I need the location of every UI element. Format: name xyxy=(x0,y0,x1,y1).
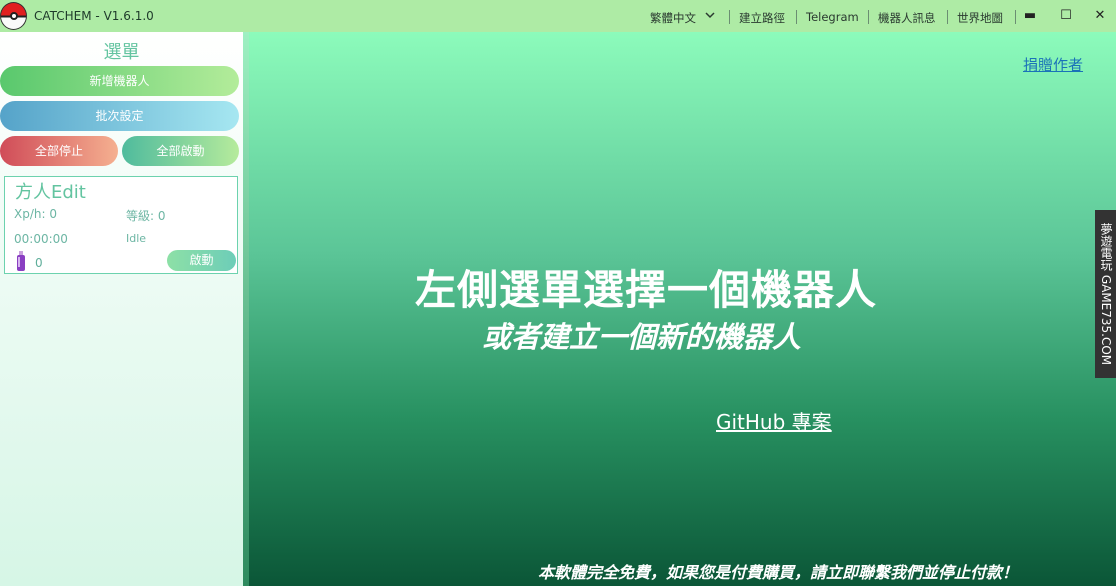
bot-start-button[interactable]: 啟動 xyxy=(167,250,236,271)
potion-icon xyxy=(16,251,26,271)
menu-item-route[interactable]: 建立路徑 xyxy=(739,10,785,26)
maximize-button[interactable]: ☐ xyxy=(1055,6,1077,26)
subheadline: 或者建立一個新的機器人 xyxy=(482,320,802,354)
language-select[interactable]: 繁體中文 xyxy=(650,10,696,26)
title-bar: CATCHEM - V1.6.1.0 繁體中文 建立路徑 Telegram 機器… xyxy=(0,0,1116,32)
bot-level: 等級: 0 xyxy=(126,209,166,223)
headline: 左側選單選擇一個機器人 xyxy=(415,266,877,314)
menu-divider xyxy=(868,10,869,24)
menu-item-telegram[interactable]: Telegram xyxy=(806,10,859,24)
minimize-button[interactable]: ▬ xyxy=(1019,6,1041,26)
sidebar-title: 選單 xyxy=(103,42,140,63)
menu-item-bot-info[interactable]: 機器人訊息 xyxy=(878,10,936,26)
add-bot-button[interactable]: 新增機器人 xyxy=(0,66,239,96)
menu-divider xyxy=(1015,10,1016,24)
batch-settings-button[interactable]: 批次設定 xyxy=(0,101,239,131)
bot-potion-count: 0 xyxy=(35,256,43,270)
bot-name: 方人Edit xyxy=(15,182,86,203)
bot-card[interactable]: 方人Edit Xp/h: 0 等級: 0 00:00:00 Idle 0 啟動 xyxy=(4,176,238,274)
menu-item-world-map[interactable]: 世界地圖 xyxy=(957,10,1003,26)
footer-notice: 本軟體完全免費，如果您是付費購買，請立即聯繫我們並停止付款！ xyxy=(538,563,1019,582)
menu-divider xyxy=(729,10,730,24)
donate-link[interactable]: 捐贈作者 xyxy=(1023,54,1083,75)
start-all-button[interactable]: 全部啟動 xyxy=(122,136,239,166)
close-button[interactable]: ✕ xyxy=(1089,6,1111,26)
bot-runtime: 00:00:00 xyxy=(14,232,68,246)
app-title: CATCHEM - V1.6.1.0 xyxy=(34,9,154,23)
watermark: 夢遊電玩 GAME735.COM xyxy=(1095,210,1116,378)
menu-divider xyxy=(947,10,948,24)
github-link[interactable]: GitHub 專案 xyxy=(716,406,832,435)
bot-status: Idle xyxy=(126,232,147,245)
chevron-down-icon[interactable] xyxy=(705,9,715,24)
stop-all-button[interactable]: 全部停止 xyxy=(0,136,118,166)
menu-divider xyxy=(796,10,797,24)
pokeball-logo-icon xyxy=(0,2,27,30)
bot-xp-rate: Xp/h: 0 xyxy=(14,207,57,221)
